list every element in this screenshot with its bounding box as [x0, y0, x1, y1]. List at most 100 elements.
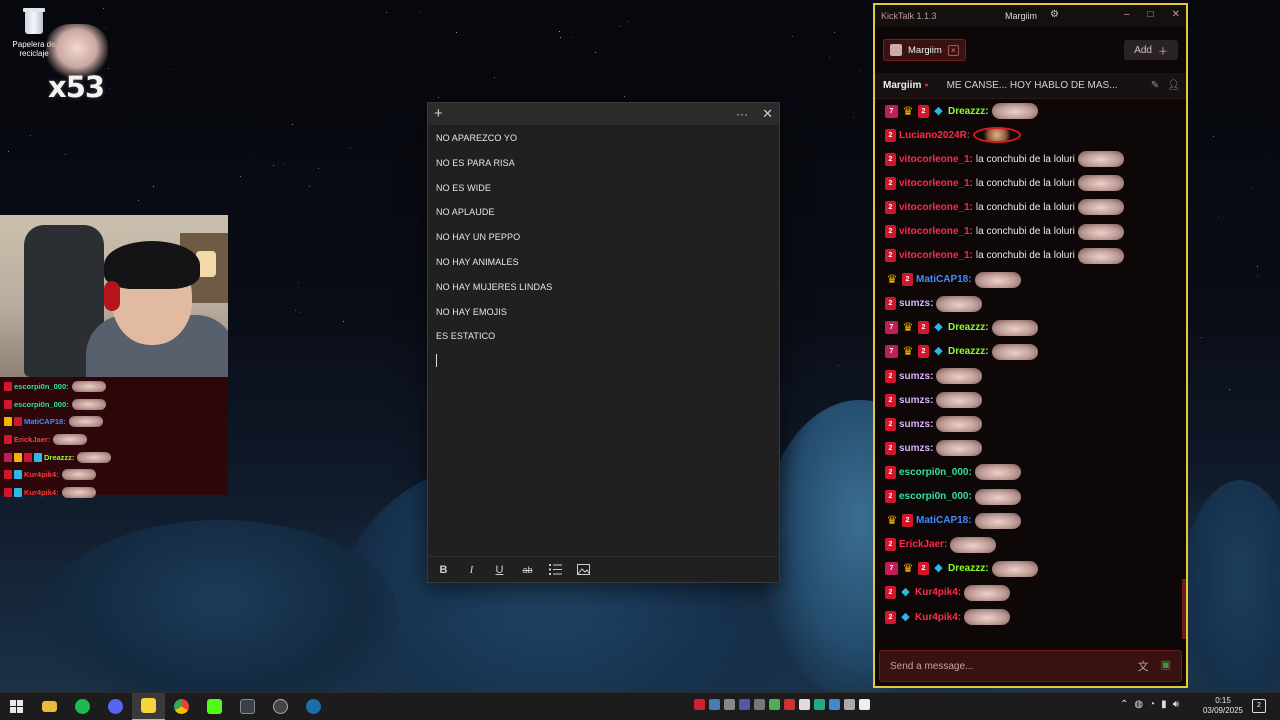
chat-message[interactable]: 2 escorpi0n_000:: [885, 460, 1176, 484]
chat-username[interactable]: vitocorleone_1:: [899, 250, 973, 261]
user-icon[interactable]: 👤︎: [1167, 80, 1180, 91]
tray-app-icon[interactable]: [784, 699, 795, 710]
more-options-icon[interactable]: ···: [736, 103, 748, 125]
network-icon[interactable]: ◍: [1134, 699, 1143, 710]
chat-username[interactable]: vitocorleone_1:: [899, 178, 973, 189]
chat-message[interactable]: 7 ♛ 2 ◆ Dreazzz:: [885, 557, 1176, 581]
chat-message[interactable]: 2 ◆ Kur4pik4:: [885, 581, 1176, 605]
maximize-icon[interactable]: □: [1148, 9, 1154, 20]
chat-username[interactable]: Dreazzz:: [948, 322, 989, 333]
chat-message[interactable]: 2 ErickJaer:: [885, 533, 1176, 557]
chat-message[interactable]: ♛ 2 MatiCAP18:: [885, 268, 1176, 292]
pin-icon[interactable]: ✎: [1151, 80, 1159, 91]
chat-message[interactable]: 2 sumzs:: [885, 292, 1176, 316]
tray-app-icon[interactable]: [769, 699, 780, 710]
chat-message[interactable]: 2 vitocorleone_1: la conchubi de la loluri: [885, 219, 1176, 243]
chat-username[interactable]: MatiCAP18:: [916, 274, 972, 285]
steam-button[interactable]: [297, 693, 330, 720]
kicktalk-window[interactable]: KickTalk 1.1.3 Margiim ⚙ – □ ✕ Margiim ×…: [873, 3, 1188, 688]
chat-message[interactable]: 7 ♛ 2 ◆ Dreazzz:: [885, 340, 1176, 364]
chat-message[interactable]: 2 vitocorleone_1: la conchubi de la loluri: [885, 195, 1176, 219]
close-icon[interactable]: ✕: [1172, 9, 1180, 20]
clock[interactable]: 0:15 03/09/2025: [1200, 696, 1246, 716]
tray-app-icon[interactable]: [754, 699, 765, 710]
tray-app-icon[interactable]: [724, 699, 735, 710]
volume-icon[interactable]: 🔊︎: [1173, 699, 1179, 710]
add-channel-button[interactable]: Add ＋: [1124, 40, 1178, 60]
chat-message[interactable]: 2 sumzs:: [885, 412, 1176, 436]
emote-picker-icon[interactable]: ▣: [1161, 658, 1171, 674]
underline-button[interactable]: U: [492, 562, 507, 577]
message-input[interactable]: [890, 660, 1120, 672]
chat-message[interactable]: 2 escorpi0n_000:: [885, 485, 1176, 509]
tray-app-icon[interactable]: [799, 699, 810, 710]
chat-username[interactable]: escorpi0n_000:: [899, 467, 972, 478]
chevron-up-icon[interactable]: ⌃: [1120, 699, 1128, 710]
chat-username[interactable]: Kur4pik4:: [915, 587, 961, 598]
chat-username[interactable]: Dreazzz:: [948, 563, 989, 574]
bold-button[interactable]: B: [436, 562, 451, 577]
chat-message[interactable]: 2 vitocorleone_1: la conchubi de la loluri: [885, 244, 1176, 268]
chat-username[interactable]: Dreazzz:: [948, 346, 989, 357]
current-user[interactable]: Margiim: [1005, 11, 1037, 21]
chat-message[interactable]: ♛ 2 MatiCAP18:: [885, 509, 1176, 533]
tray-app-icon[interactable]: [844, 699, 855, 710]
chat-username[interactable]: sumzs:: [899, 371, 933, 382]
discord-button[interactable]: [99, 693, 132, 720]
translate-icon[interactable]: 文: [1138, 658, 1149, 674]
microphone-icon[interactable]: ▮: [1161, 699, 1167, 710]
app-button[interactable]: [264, 693, 297, 720]
gear-icon[interactable]: ⚙: [1050, 9, 1059, 20]
chat-messages[interactable]: 7 ♛ 2 ◆ Dreazzz: 2 Luciano2024R: 2 vitocorleone_…: [875, 99, 1186, 639]
spotify-button[interactable]: [66, 693, 99, 720]
bullet-list-icon[interactable]: [548, 562, 563, 577]
file-explorer-button[interactable]: [33, 693, 66, 720]
chat-message[interactable]: 7 ♛ 2 ◆ Dreazzz:: [885, 99, 1176, 123]
close-tab-icon[interactable]: ×: [947, 44, 959, 56]
close-icon[interactable]: ✕: [762, 103, 773, 125]
chrome-button[interactable]: [165, 693, 198, 720]
chat-username[interactable]: vitocorleone_1:: [899, 226, 973, 237]
tray-app-icon[interactable]: [829, 699, 840, 710]
image-icon[interactable]: [576, 562, 591, 577]
chat-message[interactable]: 2 sumzs:: [885, 388, 1176, 412]
start-button[interactable]: [0, 693, 33, 720]
chat-username[interactable]: sumzs:: [899, 298, 933, 309]
wifi-icon[interactable]: ◔: [1149, 699, 1155, 710]
chat-message[interactable]: 2 vitocorleone_1: la conchubi de la loluri: [885, 147, 1176, 171]
kick-button[interactable]: [198, 693, 231, 720]
chat-message[interactable]: 2 sumzs:: [885, 436, 1176, 460]
chat-username[interactable]: Kur4pik4:: [915, 612, 961, 623]
tab-margiim[interactable]: Margiim ×: [883, 39, 966, 61]
italic-button[interactable]: I: [464, 562, 479, 577]
chat-username[interactable]: escorpi0n_000:: [899, 491, 972, 502]
sticky-notes-window[interactable]: + ··· ✕ NO APAREZCO YO NO ES PARA RISA NO …: [427, 102, 780, 583]
sticky-notes-button[interactable]: [132, 692, 165, 720]
minimize-icon[interactable]: –: [1124, 9, 1130, 20]
chat-message[interactable]: 2 Luciano2024R:: [885, 123, 1176, 147]
note-editor[interactable]: NO APAREZCO YO NO ES PARA RISA NO ES WIDE N…: [428, 125, 779, 373]
chat-username[interactable]: sumzs:: [899, 443, 933, 454]
new-note-icon[interactable]: +: [434, 103, 443, 125]
tray-app-icon[interactable]: [739, 699, 750, 710]
chat-username[interactable]: Dreazzz:: [948, 106, 989, 117]
tray-steam-icon[interactable]: [709, 699, 720, 710]
chat-message[interactable]: 7 ♛ 2 ◆ Dreazzz:: [885, 316, 1176, 340]
chat-username[interactable]: MatiCAP18:: [916, 515, 972, 526]
chat-username[interactable]: sumzs:: [899, 419, 933, 430]
chat-username[interactable]: vitocorleone_1:: [899, 202, 973, 213]
tray-app-icon[interactable]: [859, 699, 870, 710]
chat-username[interactable]: sumzs:: [899, 395, 933, 406]
chat-message[interactable]: 2 vitocorleone_1: la conchubi de la loluri: [885, 171, 1176, 195]
scrollbar[interactable]: [1182, 579, 1186, 639]
strikethrough-button[interactable]: ab: [520, 562, 535, 577]
chat-message[interactable]: 2 ◆ Kur4pik4:: [885, 605, 1176, 629]
chat-username[interactable]: Luciano2024R:: [899, 130, 970, 141]
chat-username[interactable]: ErickJaer:: [899, 539, 947, 550]
tray-app-icon[interactable]: [814, 699, 825, 710]
notification-center-icon[interactable]: 2: [1252, 699, 1266, 713]
obs-button[interactable]: [231, 693, 264, 720]
tray-app-icon[interactable]: [694, 699, 705, 710]
chat-message[interactable]: 2 sumzs:: [885, 364, 1176, 388]
chat-username[interactable]: vitocorleone_1:: [899, 154, 973, 165]
